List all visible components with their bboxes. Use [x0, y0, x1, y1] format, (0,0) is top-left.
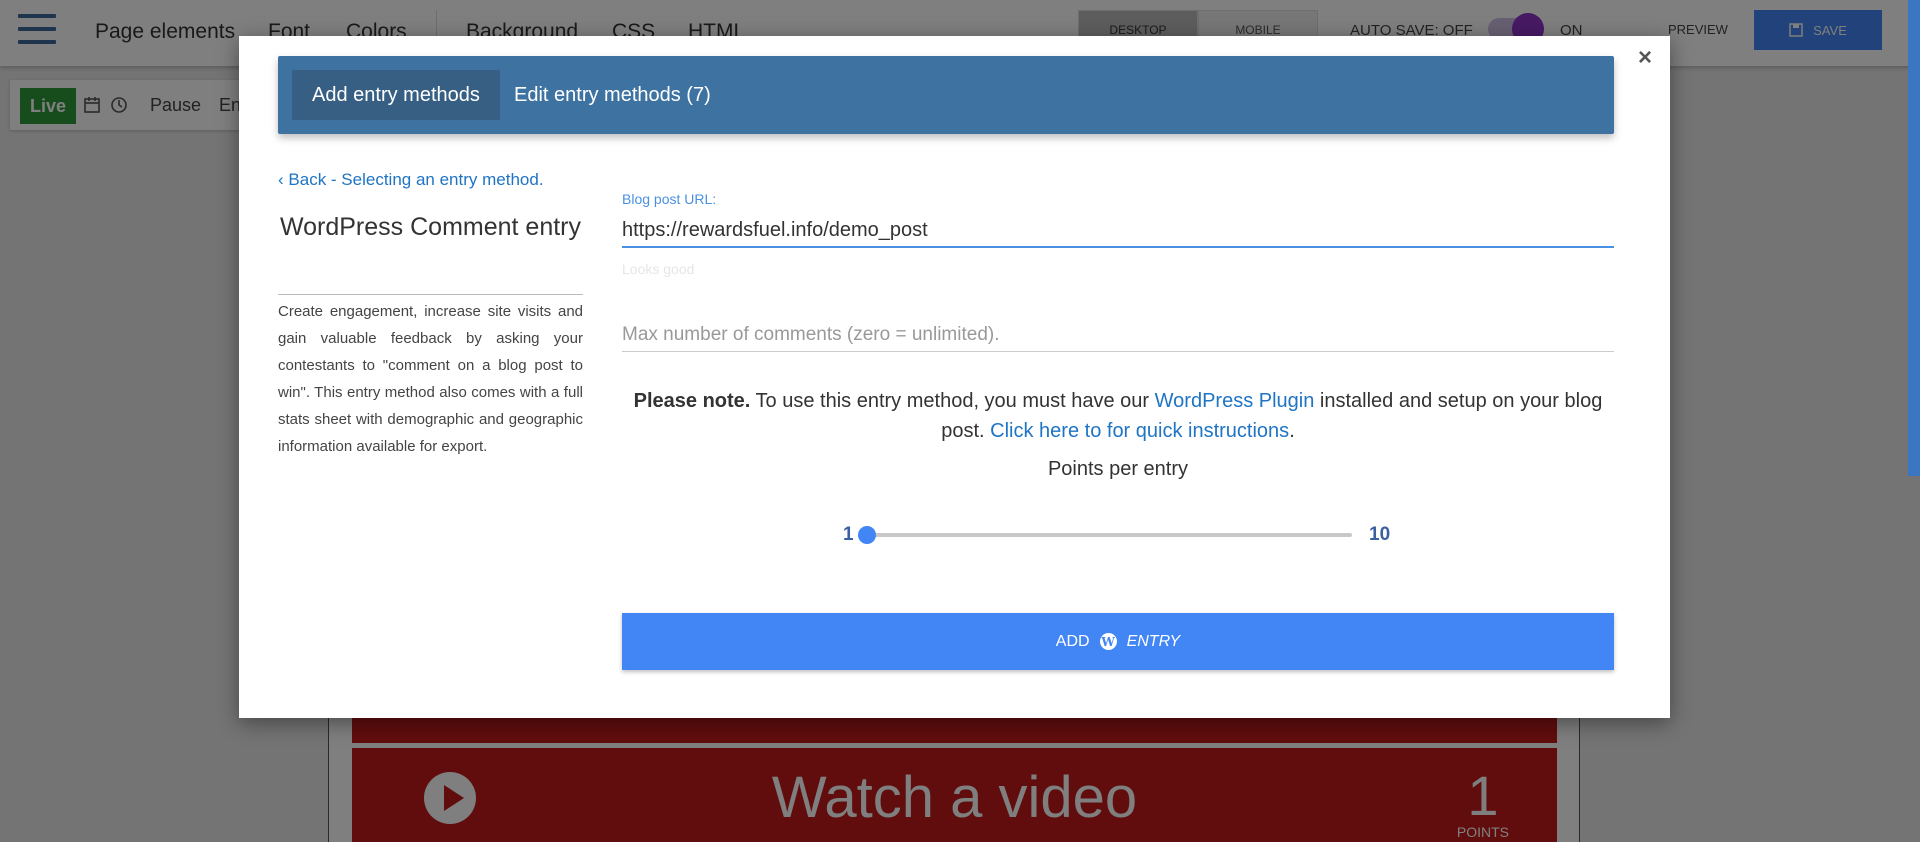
plugin-note: Please note. To use this entry method, y…	[622, 386, 1614, 446]
tab-add-entry-methods[interactable]: Add entry methods	[292, 70, 500, 120]
blog-url-input[interactable]	[622, 214, 1614, 248]
note-text-3: .	[1289, 420, 1295, 442]
divider	[278, 294, 583, 295]
slider-min-label: 1	[843, 524, 854, 545]
back-link[interactable]: ‹ Back - Selecting an entry method.	[278, 170, 544, 190]
chevron-left-icon: ‹	[278, 170, 284, 189]
modal-tab-bar: Add entry methods Edit entry methods (7)	[278, 56, 1614, 134]
points-slider-track[interactable]	[865, 533, 1352, 537]
scrollbar-thumb[interactable]	[1908, 0, 1920, 476]
entry-method-description: Create engagement, increase site visits …	[278, 303, 583, 455]
entry-method-title: WordPress Comment entry	[279, 213, 581, 241]
add-label: ADD	[1055, 632, 1090, 650]
validation-hint: Looks good	[622, 261, 695, 277]
note-bold: Please note.	[633, 390, 751, 412]
entry-label: ENTRY	[1126, 632, 1181, 650]
blog-url-label: Blog post URL:	[622, 191, 717, 207]
close-icon[interactable]: ×	[1638, 44, 1652, 72]
wordpress-icon: W	[1099, 633, 1117, 650]
entry-method-modal: × Add entry methods Edit entry methods (…	[239, 36, 1670, 718]
add-entry-button[interactable]: ADD W ENTRY	[622, 613, 1614, 670]
max-comments-input[interactable]	[622, 318, 1614, 352]
tab-edit-entry-methods[interactable]: Edit entry methods (7)	[494, 70, 731, 120]
wordpress-plugin-link[interactable]: WordPress Plugin	[1155, 390, 1315, 412]
points-slider-thumb[interactable]	[858, 526, 876, 544]
back-link-label: Back - Selecting an entry method.	[288, 170, 544, 189]
quick-instructions-link[interactable]: Click here to for quick instructions	[990, 420, 1289, 442]
note-text-1: To use this entry method, you must have …	[750, 390, 1155, 412]
slider-max-label: 10	[1369, 524, 1391, 545]
points-per-entry-label: Points per entry	[1047, 458, 1189, 480]
